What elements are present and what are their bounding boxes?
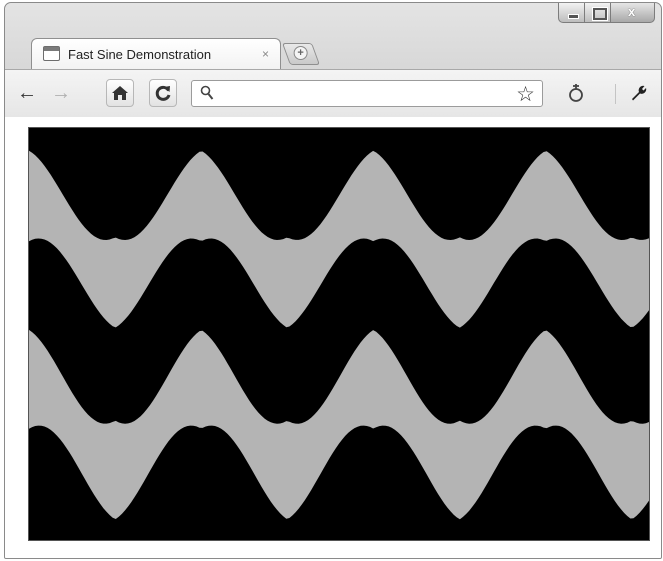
search-icon (200, 85, 214, 100)
tab-active[interactable]: Fast Sine Demonstration × (31, 38, 281, 70)
upper-sine-band (29, 150, 649, 328)
back-arrow-icon: ← (17, 81, 37, 104)
page-content (5, 117, 661, 558)
forward-arrow-icon: → (51, 81, 71, 104)
page-action-icon (569, 84, 583, 102)
plus-icon: + (293, 46, 308, 60)
sine-canvas (28, 127, 650, 541)
browser-window: x Fast Sine Demonstration × + ← → ☆ (4, 2, 662, 559)
toolbar: ← → ☆ (5, 69, 661, 117)
address-input[interactable] (220, 84, 500, 103)
tab-close-icon[interactable]: × (262, 47, 269, 61)
close-icon: x (628, 4, 636, 19)
wrench-icon (632, 85, 647, 101)
back-button[interactable]: ← (13, 79, 41, 107)
wrench-menu-button[interactable] (624, 79, 652, 107)
favicon-icon (43, 46, 60, 61)
window-controls: x (558, 3, 655, 23)
home-button[interactable] (106, 79, 134, 107)
forward-button[interactable]: → (47, 79, 75, 107)
minimize-button[interactable] (558, 3, 585, 23)
reload-button[interactable] (149, 79, 177, 107)
address-bar[interactable]: ☆ (191, 80, 543, 107)
new-tab-button[interactable]: + (281, 43, 321, 65)
reload-icon (155, 85, 171, 101)
home-icon (112, 86, 128, 100)
maximize-button[interactable] (585, 3, 611, 23)
bookmark-star-icon[interactable]: ☆ (516, 82, 535, 107)
lower-sine-band (29, 329, 649, 520)
page-action-button[interactable] (562, 79, 590, 107)
sine-wave-graphic (29, 150, 649, 520)
close-window-button[interactable]: x (611, 3, 655, 23)
toolbar-separator (615, 84, 616, 104)
tab-title: Fast Sine Demonstration (68, 47, 212, 62)
